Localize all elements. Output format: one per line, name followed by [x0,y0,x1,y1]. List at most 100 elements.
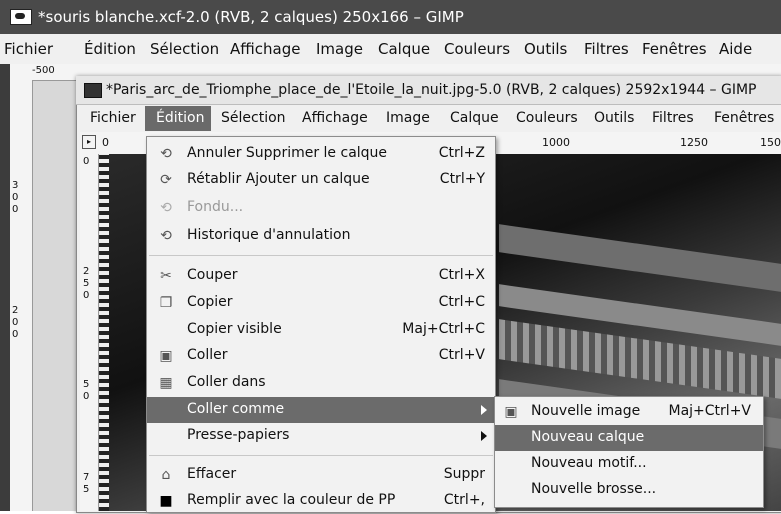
new-image-icon: ▣ [504,404,518,420]
menu-item-label: Effacer [187,466,237,482]
fill-fg-icon: ■ [159,493,173,509]
inner-ruler-vlabel: 0 [83,290,90,301]
inner-ruler-vlabel: 7 [83,472,90,483]
submenu-arrow-icon [481,405,487,415]
outer-menu-affichage[interactable]: Affichage [230,40,300,58]
outer-menu-fichier[interactable]: Fichier [4,40,53,58]
menu-item-presse-papiers[interactable]: Presse-papiers [147,423,495,449]
inner-menu-fenetres[interactable]: Fenêtres [714,110,774,126]
inner-ruler-vertical[interactable]: 0 2 5 0 5 0 7 5 [80,154,99,511]
inner-menu-couleurs[interactable]: Couleurs [516,110,578,126]
inner-menu-filtres[interactable]: Filtres [652,110,694,126]
inner-ruler-vlabel: 0 [83,391,90,402]
menu-item-label: Coller comme [187,401,285,417]
menu-item-label: Fondu... [187,199,244,215]
outer-menu-filtres[interactable]: Filtres [584,40,629,58]
copy-icon: ❐ [159,295,173,311]
menu-item-coller[interactable]: ▣ Coller Ctrl+V [147,343,495,369]
outer-menu-image[interactable]: Image [316,40,363,58]
submenu-item-nouvelle-brosse[interactable]: Nouvelle brosse... [495,477,763,503]
submenu-item-nouveau-calque[interactable]: Nouveau calque [495,425,763,451]
menu-item-copier[interactable]: ❐ Copier Ctrl+C [147,290,495,316]
inner-menu-calque[interactable]: Calque [450,110,499,126]
menu-item-coller-dans[interactable]: ▦ Coller dans [147,370,495,396]
outer-left-strip [0,64,10,511]
edition-dropdown-menu: ⟲ Annuler Supprimer le calque Ctrl+Z ⟳ R… [146,136,496,513]
outer-ruler-vlabel: 3 [12,180,19,191]
menu-item-annuler[interactable]: ⟲ Annuler Supprimer le calque Ctrl+Z [147,141,495,167]
ruler-toggle-icon[interactable]: ▸ [82,135,96,149]
outer-menu-outils[interactable]: Outils [524,40,567,58]
outer-menu-edition[interactable]: Édition [84,40,136,58]
submenu-item-label: Nouveau calque [531,429,645,445]
undo-icon: ⟲ [160,146,172,162]
menu-item-label: Copier [187,294,233,310]
inner-menu-selection[interactable]: Sélection [221,110,286,126]
outer-menu-aide[interactable]: Aide [719,40,752,58]
submenu-item-label: Nouveau motif... [531,455,647,471]
outer-menu-selection[interactable]: Sélection [150,40,219,58]
paste-icon: ▣ [159,348,173,364]
outer-ruler-vlabel: 0 [12,329,19,340]
inner-window-titlebar: *Paris_arc_de_Triomphe_place_de_l'Etoile… [76,76,781,105]
inner-menu-image[interactable]: Image [386,110,430,126]
outer-window-title: *souris blanche.xcf-2.0 (RVB, 2 calques)… [38,8,464,26]
inner-menu-edition[interactable]: Édition [156,110,204,126]
menu-item-label: Remplir avec la couleur de PP [187,492,396,508]
menu-item-retablir[interactable]: ⟳ Rétablir Ajouter un calque Ctrl+Y [147,167,495,193]
menu-item-shortcut: Suppr [443,466,485,482]
redo-icon: ⟳ [160,172,172,188]
menu-item-label: Copier visible [187,321,282,337]
menu-item-fondu: ⟲ Fondu... [147,195,495,221]
fade-icon: ⟲ [160,200,172,216]
outer-ruler-vlabel: 0 [12,317,19,328]
cut-icon: ✂ [160,268,172,284]
inner-ruler-label: 1000 [542,136,570,149]
inner-menu-affichage[interactable]: Affichage [302,110,368,126]
menu-separator [149,255,493,256]
inner-ruler-vlabel: 5 [83,484,90,495]
submenu-item-label: Nouvelle brosse... [531,481,657,497]
inner-ruler-label: 150 [760,136,781,149]
menu-item-historique[interactable]: ⟲ Historique d'annulation [147,223,495,249]
menu-item-label: Coller dans [187,374,266,390]
menu-item-shortcut: Maj+Ctrl+C [402,321,485,337]
photo-detail [499,224,781,292]
inner-menu-fichier[interactable]: Fichier [90,110,136,126]
clear-icon: ⌂ [161,467,171,483]
layer-boundary [99,154,109,511]
inner-ruler-vlabel: 5 [83,379,90,390]
inner-menu-outils[interactable]: Outils [594,110,634,126]
outer-ruler-vertical[interactable]: 3 0 0 2 0 0 [10,80,33,511]
menu-item-shortcut: Ctrl+Y [439,171,485,187]
menu-item-couper[interactable]: ✂ Couper Ctrl+X [147,263,495,289]
inner-menubar: Fichier Édition Sélection Affichage Imag… [76,104,781,132]
submenu-item-nouveau-motif[interactable]: Nouveau motif... [495,451,763,477]
history-icon: ⟲ [160,228,172,244]
outer-menu-fenetres[interactable]: Fenêtres [642,40,707,58]
menu-item-coller-comme[interactable]: Coller comme [147,397,495,423]
menu-item-copier-visible[interactable]: Copier visible Maj+Ctrl+C [147,317,495,343]
paste-into-icon: ▦ [159,375,173,391]
outer-menubar: Fichier Édition Sélection Affichage Imag… [0,34,781,65]
menu-item-shortcut: Ctrl+X [438,267,485,283]
submenu-item-nouvelle-image[interactable]: ▣ Nouvelle image Maj+Ctrl+V [495,399,763,425]
coller-comme-submenu: ▣ Nouvelle image Maj+Ctrl+V Nouveau calq… [494,396,764,508]
menu-item-label: Coller [187,347,228,363]
outer-menu-calque[interactable]: Calque [378,40,430,58]
submenu-item-shortcut: Maj+Ctrl+V [668,403,752,419]
inner-window-title: *Paris_arc_de_Triomphe_place_de_l'Etoile… [106,82,757,98]
menu-item-remplir-pp[interactable]: ■ Remplir avec la couleur de PP Ctrl+, [147,488,495,514]
outer-menu-couleurs[interactable]: Couleurs [444,40,510,58]
outer-ruler-vlabel: 0 [12,192,19,203]
gimp-mascot-icon [10,9,32,25]
menu-item-shortcut: Ctrl+V [438,347,485,363]
menu-item-label: Rétablir Ajouter un calque [187,171,370,187]
inner-ruler-label: 0 [102,136,109,149]
inner-ruler-vlabel: 5 [83,278,90,289]
menu-item-shortcut: Ctrl+Z [438,145,485,161]
outer-window-titlebar: *souris blanche.xcf-2.0 (RVB, 2 calques)… [0,0,781,34]
inner-ruler-label: 1250 [680,136,708,149]
inner-ruler-vlabel: 2 [83,266,90,277]
menu-item-effacer[interactable]: ⌂ Effacer Suppr [147,462,495,488]
